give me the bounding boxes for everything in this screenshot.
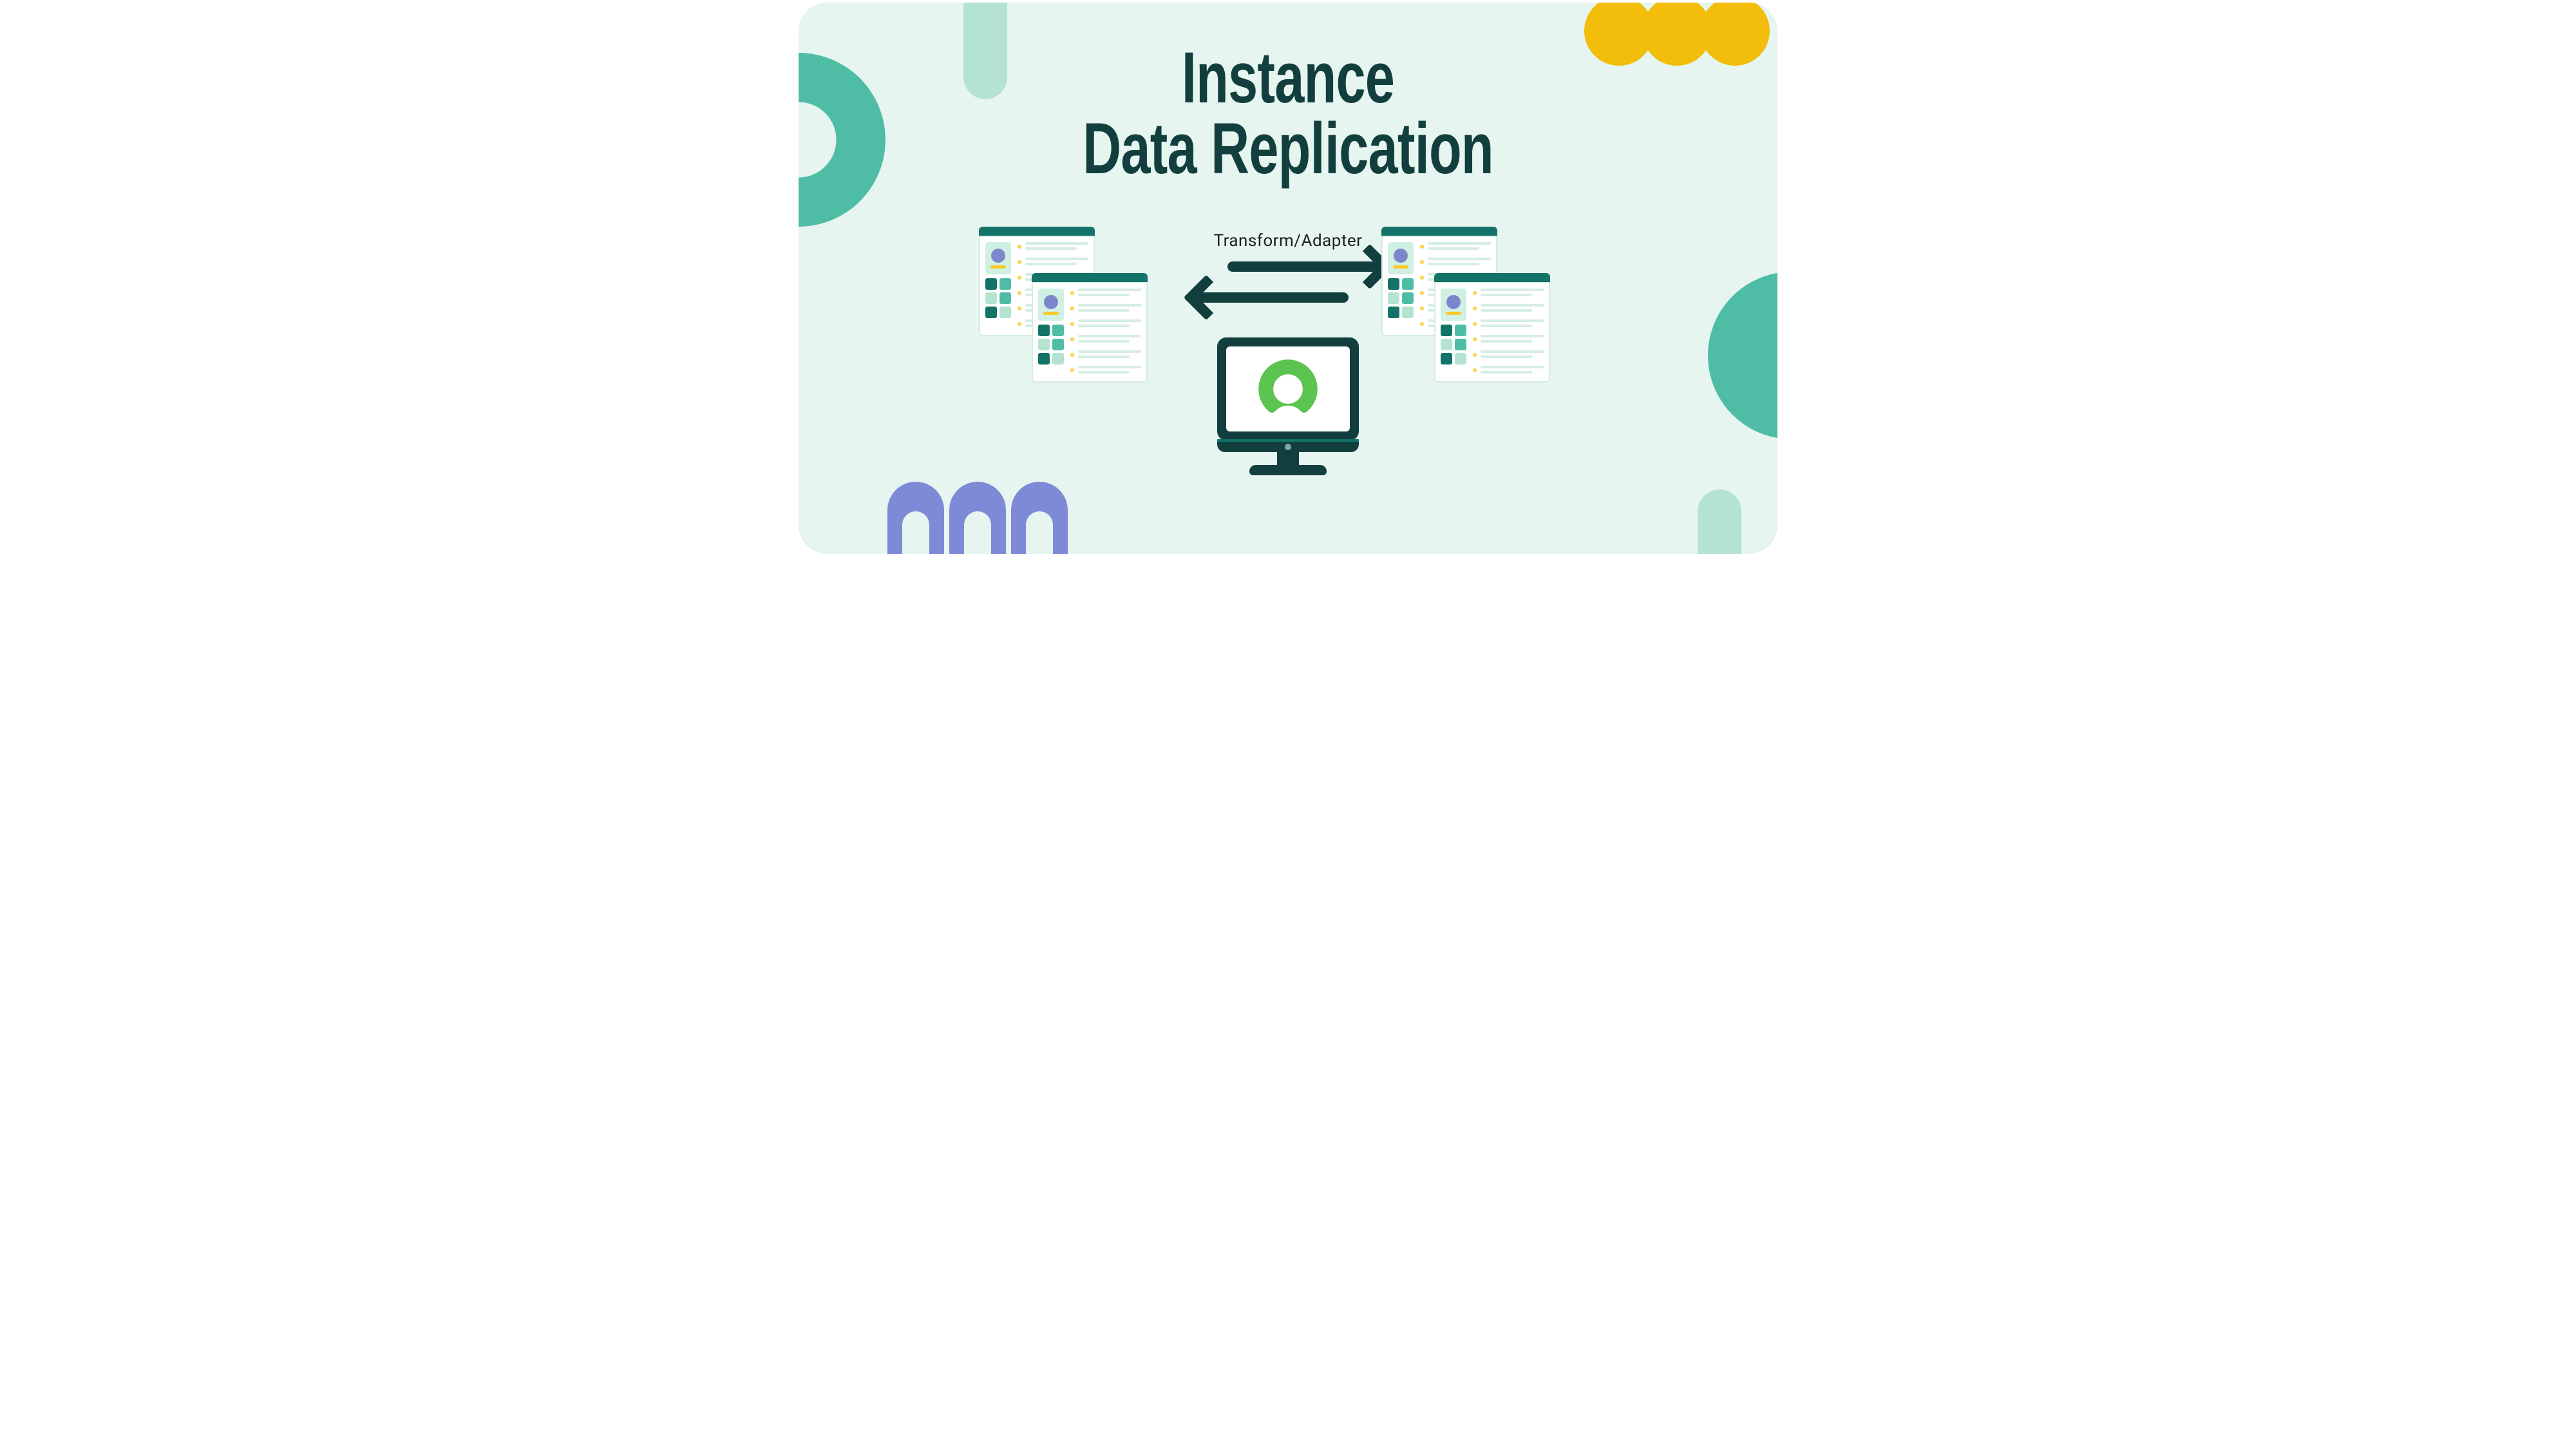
color-swatches-icon — [985, 278, 1011, 318]
servicenow-logo-icon — [1255, 355, 1321, 422]
monitor-frame — [1217, 337, 1359, 440]
list-lines-icon — [1064, 289, 1141, 374]
color-swatches-icon — [1038, 325, 1064, 365]
decoration-periwinkle-arches — [887, 482, 1073, 554]
monitor-chin — [1217, 439, 1359, 452]
title-line-2: Data Replication — [926, 113, 1651, 184]
monitor-icon — [1217, 337, 1359, 475]
profile-card-icon — [1032, 273, 1148, 383]
profile-card-icon — [1434, 273, 1550, 383]
color-swatches-icon — [1441, 325, 1466, 365]
monitor-stand — [1249, 465, 1327, 475]
color-swatches-icon — [1388, 278, 1414, 318]
slide-title: Instance Data Replication — [799, 43, 1777, 184]
title-line-1: Instance — [926, 43, 1651, 113]
avatar-icon — [1441, 289, 1466, 321]
monitor-neck — [1277, 452, 1299, 465]
decoration-pill-mint-bottom-right — [1698, 489, 1741, 554]
arrow-left-icon — [1194, 292, 1349, 303]
bidirectional-arrows — [1191, 254, 1385, 303]
list-lines-icon — [1466, 289, 1544, 374]
diagram-canvas: Instance Data Replication Transform/Adap… — [793, 0, 1783, 556]
avatar-icon — [1388, 242, 1414, 274]
avatar-icon — [1038, 289, 1064, 321]
transform-adapter-label: Transform/Adapter — [1214, 231, 1363, 251]
monitor-screen — [1226, 346, 1350, 431]
slide-background: Instance Data Replication Transform/Adap… — [799, 3, 1777, 554]
arrow-right-icon — [1227, 261, 1382, 272]
decoration-circle-right — [1708, 272, 1777, 439]
avatar-icon — [985, 242, 1011, 274]
